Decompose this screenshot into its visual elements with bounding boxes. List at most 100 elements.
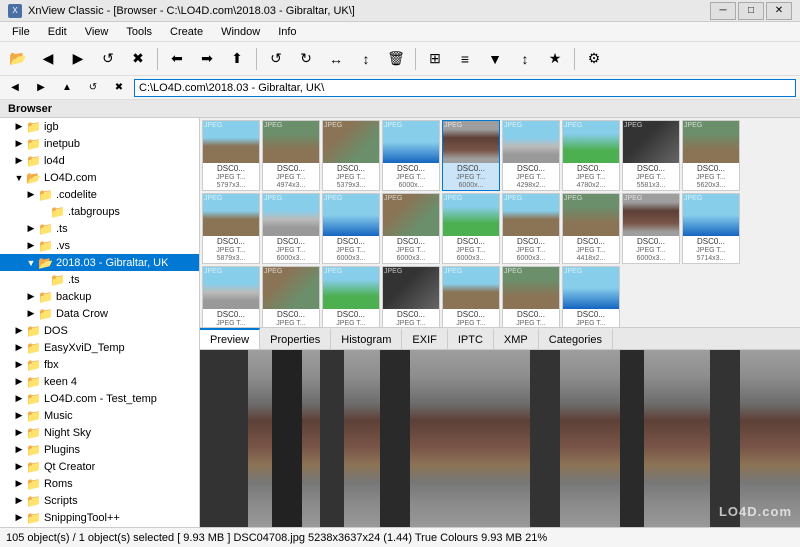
- minimize-button[interactable]: ─: [710, 2, 736, 20]
- menu-view[interactable]: View: [77, 24, 117, 40]
- thumbnail-item[interactable]: JPEG DSC0... JPEG T... 6000x...: [382, 120, 440, 191]
- menu-tools[interactable]: Tools: [118, 24, 160, 40]
- tree-item[interactable]: 📁 .ts: [0, 271, 199, 288]
- preview-tab-xmp[interactable]: XMP: [494, 328, 539, 349]
- toolbar-btn-15[interactable]: ≡: [451, 46, 479, 72]
- tree-item[interactable]: ▶ 📁 temp: [0, 526, 199, 527]
- thumbnail-item[interactable]: JPEG DSC0... JPEG T... 4780x2...: [562, 120, 620, 191]
- thumbnail-item[interactable]: JPEG DSC0... JPEG T... 4950x2...: [262, 266, 320, 328]
- expand-icon[interactable]: ▶: [12, 358, 26, 372]
- tree-item[interactable]: ▶ 📁 fbx: [0, 356, 199, 373]
- thumbnail-item[interactable]: JPEG DSC0... JPEG T... 6000x3...: [202, 266, 260, 328]
- expand-icon[interactable]: ▶: [12, 426, 26, 440]
- preview-tab-categories[interactable]: Categories: [539, 328, 613, 349]
- toolbar-btn-9[interactable]: ↺: [262, 46, 290, 72]
- addr-up-btn[interactable]: ▲: [56, 78, 78, 98]
- tree-item[interactable]: ▶ 📁 .codelite: [0, 186, 199, 203]
- preview-tab-properties[interactable]: Properties: [260, 328, 331, 349]
- toolbar-btn-2[interactable]: ◀: [34, 46, 62, 72]
- thumbnail-item[interactable]: JPEG DSC0... JPEG T... 6000x3...: [262, 193, 320, 264]
- menu-window[interactable]: Window: [213, 24, 268, 40]
- thumbnail-item[interactable]: JPEG DSC0... JPEG T... 5428x3...: [562, 266, 620, 328]
- preview-tab-iptc[interactable]: IPTC: [448, 328, 494, 349]
- expand-icon[interactable]: ▶: [24, 188, 38, 202]
- addr-forward-btn[interactable]: ▶: [30, 78, 52, 98]
- menu-create[interactable]: Create: [162, 24, 211, 40]
- menu-edit[interactable]: Edit: [40, 24, 75, 40]
- expand-icon[interactable]: ▶: [12, 494, 26, 508]
- menu-file[interactable]: File: [4, 24, 38, 40]
- thumbnail-item[interactable]: JPEG DSC0... JPEG T... 6000x...: [442, 120, 500, 191]
- thumbnail-item[interactable]: JPEG DSC0... JPEG T... 5714x3...: [682, 193, 740, 264]
- expand-icon[interactable]: ▶: [12, 460, 26, 474]
- tree-item[interactable]: ▼ 📂 2018.03 - Gibraltar, UK: [0, 254, 199, 271]
- thumbnail-item[interactable]: JPEG DSC0... JPEG T... 6000x3...: [322, 193, 380, 264]
- tree-item[interactable]: ▶ 📁 Roms: [0, 475, 199, 492]
- toolbar-btn-17[interactable]: ↕: [511, 46, 539, 72]
- preview-tab-exif[interactable]: EXIF: [402, 328, 447, 349]
- thumbnail-item[interactable]: JPEG DSC0... JPEG T... 5581x3...: [622, 120, 680, 191]
- expand-icon[interactable]: ▶: [12, 477, 26, 491]
- thumbnail-item[interactable]: JPEG DSC0... JPEG T... 5620x3...: [682, 120, 740, 191]
- preview-tab-preview[interactable]: Preview: [200, 328, 260, 349]
- thumbnail-item[interactable]: JPEG DSC0... JPEG T... 4951x2...: [322, 266, 380, 328]
- address-input[interactable]: [134, 79, 796, 97]
- toolbar-btn-settings[interactable]: ⚙: [580, 46, 608, 72]
- expand-icon[interactable]: ▶: [24, 222, 38, 236]
- maximize-button[interactable]: □: [738, 2, 764, 20]
- toolbar-btn-3[interactable]: ▶: [64, 46, 92, 72]
- toolbar-btn-13[interactable]: 🗑: [382, 46, 410, 72]
- expand-icon[interactable]: ▶: [12, 392, 26, 406]
- tree-item[interactable]: ▶ 📁 LO4D.com - Test_temp: [0, 390, 199, 407]
- toolbar-btn-8[interactable]: ⬆: [223, 46, 251, 72]
- expand-icon[interactable]: ▶: [24, 239, 38, 253]
- thumbnail-item[interactable]: JPEG DSC0... JPEG T... 5797x3...: [202, 120, 260, 191]
- expand-icon[interactable]: ▼: [12, 171, 26, 185]
- expand-icon[interactable]: ▶: [12, 341, 26, 355]
- toolbar-btn-18[interactable]: ★: [541, 46, 569, 72]
- expand-icon[interactable]: ▶: [24, 307, 38, 321]
- expand-icon[interactable]: ▶: [24, 290, 38, 304]
- tree-item[interactable]: ▶ 📁 EasyXviD_Temp: [0, 339, 199, 356]
- menu-info[interactable]: Info: [270, 24, 304, 40]
- thumbnail-item[interactable]: JPEG DSC0... JPEG T... 5625x3...: [382, 266, 440, 328]
- thumbnail-item[interactable]: JPEG DSC0... JPEG T... 4418x2...: [562, 193, 620, 264]
- tree-item[interactable]: ▶ 📁 Scripts: [0, 492, 199, 509]
- tree-item[interactable]: ▶ 📁 backup: [0, 288, 199, 305]
- tree-item[interactable]: ▶ 📁 Data Crow: [0, 305, 199, 322]
- tree-item[interactable]: ▶ 📁 Plugins: [0, 441, 199, 458]
- toolbar-btn-10[interactable]: ↻: [292, 46, 320, 72]
- toolbar-btn-16[interactable]: ▼: [481, 46, 509, 72]
- expand-icon[interactable]: ▶: [12, 120, 26, 134]
- expand-icon[interactable]: ▶: [12, 137, 26, 151]
- tree-item[interactable]: ▶ 📁 keen 4: [0, 373, 199, 390]
- thumbnail-item[interactable]: JPEG DSC0... JPEG T... 6000x3...: [382, 193, 440, 264]
- thumbnail-item[interactable]: JPEG DSC0... JPEG T... 4298x2...: [502, 120, 560, 191]
- expand-icon[interactable]: ▶: [12, 324, 26, 338]
- expand-icon[interactable]: ▼: [24, 256, 38, 270]
- tree-item[interactable]: ▶ 📁 lo4d: [0, 152, 199, 169]
- expand-icon[interactable]: ▶: [12, 511, 26, 525]
- expand-icon[interactable]: ▶: [12, 154, 26, 168]
- expand-icon[interactable]: ▶: [12, 443, 26, 457]
- expand-icon[interactable]: [36, 205, 50, 219]
- thumbnail-item[interactable]: JPEG DSC0... JPEG T... 6000x3...: [622, 193, 680, 264]
- tree-item[interactable]: ▶ 📁 Qt Creator: [0, 458, 199, 475]
- toolbar-btn-1[interactable]: 📂: [4, 46, 32, 72]
- addr-back-btn[interactable]: ◀: [4, 78, 26, 98]
- tree-item[interactable]: ▼ 📂 LO4D.com: [0, 169, 199, 186]
- addr-refresh-btn[interactable]: ↺: [82, 78, 104, 98]
- expand-icon[interactable]: ▶: [12, 375, 26, 389]
- tree-item[interactable]: ▶ 📁 igb: [0, 118, 199, 135]
- thumbnail-item[interactable]: JPEG DSC0... JPEG T... 6000x3...: [502, 193, 560, 264]
- tree-item[interactable]: ▶ 📁 SnippingTool++: [0, 509, 199, 526]
- tree-item[interactable]: ▶ 📁 Night Sky: [0, 424, 199, 441]
- thumbnail-item[interactable]: JPEG DSC0... JPEG T... 5536x3...: [442, 266, 500, 328]
- addr-stop-btn[interactable]: ✖: [108, 78, 130, 98]
- thumbnail-item[interactable]: JPEG DSC0... JPEG T... 6000x3...: [442, 193, 500, 264]
- toolbar-btn-5[interactable]: ✖: [124, 46, 152, 72]
- window-controls[interactable]: ─ □ ✕: [710, 2, 792, 20]
- expand-icon[interactable]: ▶: [12, 409, 26, 423]
- close-button[interactable]: ✕: [766, 2, 792, 20]
- tree-item[interactable]: ▶ 📁 DOS: [0, 322, 199, 339]
